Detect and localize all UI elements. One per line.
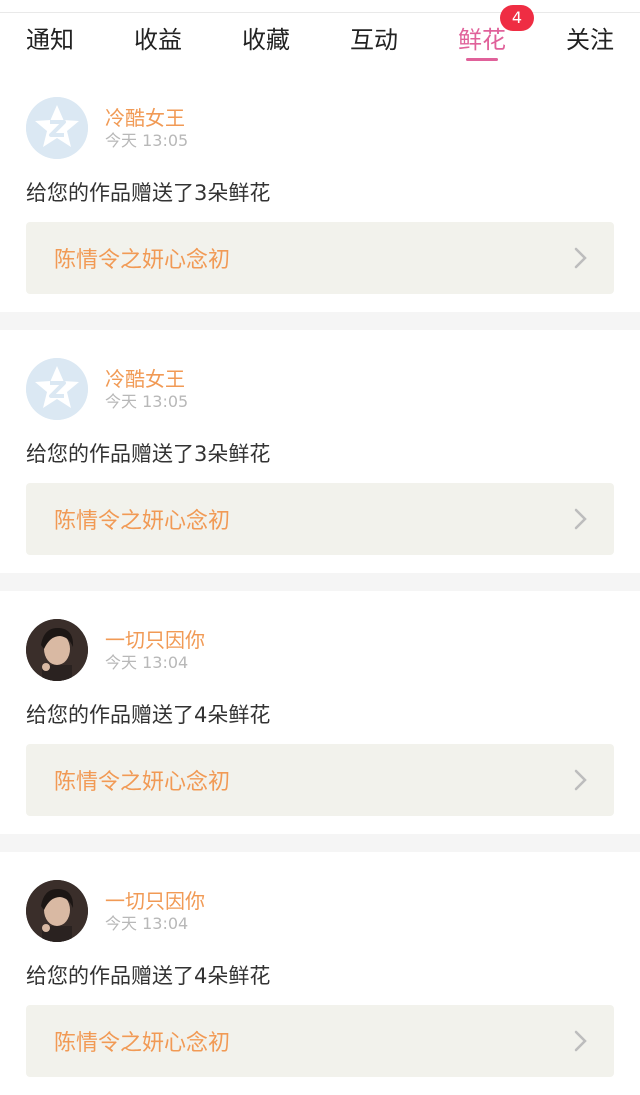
chevron-right-icon bbox=[574, 508, 587, 530]
gift-message: 给您的作品赠送了3朵鲜花 bbox=[26, 181, 271, 205]
timestamp: 今天 13:05 bbox=[105, 131, 189, 150]
tab-interactions[interactable]: 互动 bbox=[350, 13, 398, 69]
flower-notification-card: 一切只因你 今天 13:04 给您的作品赠送了4朵鲜花 陈情令之妍心念初 bbox=[0, 852, 640, 1095]
tab-bar: 通知 收益 收藏 互动 鲜花 4 关注 bbox=[0, 5, 640, 69]
work-title: 陈情令之妍心念初 bbox=[54, 248, 231, 273]
timestamp: 今天 13:04 bbox=[105, 653, 189, 672]
gift-message: 给您的作品赠送了4朵鲜花 bbox=[26, 964, 271, 988]
tab-label: 鲜花 bbox=[458, 26, 506, 54]
flower-notification-card: 一切只因你 今天 13:04 给您的作品赠送了4朵鲜花 陈情令之妍心念初 bbox=[0, 591, 640, 834]
active-tab-indicator bbox=[466, 58, 498, 61]
notification-feed: 冷酷女王 今天 13:05 给您的作品赠送了3朵鲜花 陈情令之妍心念初 冷酷女王… bbox=[0, 69, 640, 1095]
nickname[interactable]: 冷酷女王 bbox=[105, 366, 188, 392]
flower-notification-card: 冷酷女王 今天 13:05 给您的作品赠送了3朵鲜花 陈情令之妍心念初 bbox=[0, 69, 640, 312]
work-title: 陈情令之妍心念初 bbox=[54, 1031, 231, 1056]
work-title: 陈情令之妍心念初 bbox=[54, 509, 231, 534]
tab-label: 收益 bbox=[134, 26, 182, 54]
tab-notifications[interactable]: 通知 bbox=[26, 13, 74, 69]
unread-badge: 4 bbox=[500, 5, 534, 31]
work-link[interactable]: 陈情令之妍心念初 bbox=[26, 222, 614, 294]
tab-label: 关注 bbox=[566, 26, 614, 54]
work-link[interactable]: 陈情令之妍心念初 bbox=[26, 744, 614, 816]
user-photo-avatar[interactable] bbox=[26, 880, 88, 942]
work-link[interactable]: 陈情令之妍心念初 bbox=[26, 1005, 614, 1077]
nickname[interactable]: 冷酷女王 bbox=[105, 105, 188, 131]
flower-notification-card: 冷酷女王 今天 13:05 给您的作品赠送了3朵鲜花 陈情令之妍心念初 bbox=[0, 330, 640, 573]
tab-earnings[interactable]: 收益 bbox=[134, 13, 182, 69]
user-photo-avatar[interactable] bbox=[26, 619, 88, 681]
tab-label: 互动 bbox=[350, 26, 398, 54]
timestamp: 今天 13:04 bbox=[105, 914, 189, 933]
chevron-right-icon bbox=[574, 1030, 587, 1052]
gift-message: 给您的作品赠送了3朵鲜花 bbox=[26, 442, 271, 466]
tab-favorites[interactable]: 收藏 bbox=[242, 13, 290, 69]
default-avatar-icon[interactable] bbox=[26, 358, 88, 420]
tab-following[interactable]: 关注 bbox=[566, 13, 614, 69]
timestamp: 今天 13:05 bbox=[105, 392, 189, 411]
gift-message: 给您的作品赠送了4朵鲜花 bbox=[26, 703, 271, 727]
default-avatar-icon[interactable] bbox=[26, 97, 88, 159]
status-divider bbox=[0, 0, 640, 13]
chevron-right-icon bbox=[574, 769, 587, 791]
tab-label: 收藏 bbox=[242, 26, 290, 54]
work-link[interactable]: 陈情令之妍心念初 bbox=[26, 483, 614, 555]
tab-label: 通知 bbox=[26, 26, 74, 54]
nickname[interactable]: 一切只因你 bbox=[105, 627, 205, 653]
chevron-right-icon bbox=[574, 247, 587, 269]
work-title: 陈情令之妍心念初 bbox=[54, 770, 231, 795]
tab-flowers[interactable]: 鲜花 4 bbox=[458, 5, 534, 69]
nickname[interactable]: 一切只因你 bbox=[105, 888, 205, 914]
